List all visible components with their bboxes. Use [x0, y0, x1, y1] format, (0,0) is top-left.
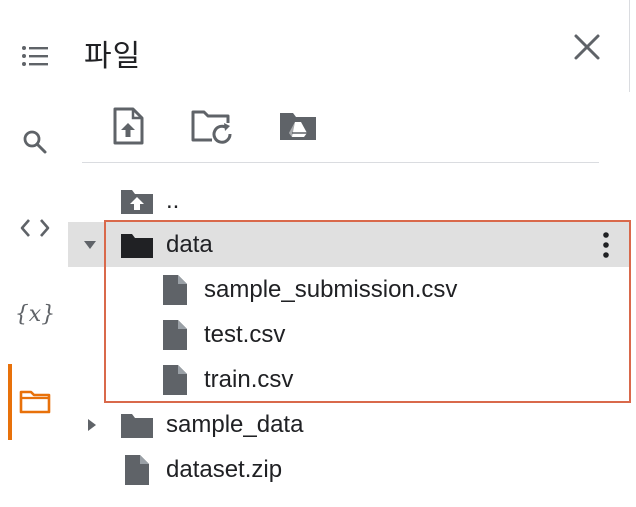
tree-row-label: sample_data — [166, 411, 304, 438]
file-icon — [162, 312, 188, 357]
close-icon — [574, 34, 600, 60]
tree-row-label: test.csv — [204, 321, 286, 348]
mount-drive-button[interactable] — [276, 104, 320, 148]
tree-row-label: train.csv — [204, 366, 294, 393]
file-icon — [162, 357, 188, 402]
folder-icon — [120, 222, 154, 267]
tree-row-file[interactable]: test.csv — [68, 312, 630, 357]
tree-row-file[interactable]: dataset.zip — [68, 447, 630, 492]
upload-file-button[interactable] — [106, 104, 150, 148]
panel-border — [629, 0, 630, 92]
refresh-folder-button[interactable] — [190, 104, 234, 148]
tree-row-label: sample_submission.csv — [204, 276, 458, 303]
tree-row-folder-sample-data[interactable]: sample_data — [68, 402, 630, 447]
variables-icon[interactable]: {x} — [14, 293, 56, 335]
active-indicator — [8, 364, 12, 440]
toolbar-divider — [82, 162, 599, 163]
tree-row-file[interactable]: sample_submission.csv — [68, 267, 630, 312]
caret-right-icon[interactable] — [82, 402, 102, 447]
file-icon — [162, 267, 188, 312]
tree-row-folder-data[interactable]: data — [68, 222, 630, 267]
tree-row-file[interactable]: train.csv — [68, 357, 630, 402]
close-button[interactable] — [566, 26, 608, 68]
code-snippets-icon[interactable] — [14, 207, 56, 249]
tree-row-label: dataset.zip — [166, 456, 283, 483]
caret-down-icon[interactable] — [80, 222, 100, 267]
variables-icon-text: {x} — [14, 301, 56, 327]
folder-icon — [120, 402, 154, 447]
search-icon[interactable] — [14, 121, 56, 163]
refresh-folder-icon — [191, 110, 232, 144]
panel-title: 파일 — [84, 39, 142, 74]
folder-up-icon — [120, 178, 154, 223]
mount-drive-icon — [280, 113, 316, 140]
files-icon[interactable] — [14, 380, 56, 422]
table-of-contents-icon[interactable] — [14, 35, 56, 77]
tree-row-label: data — [166, 231, 213, 258]
more-options-icon[interactable] — [594, 222, 618, 267]
tree-row-parent[interactable]: .. — [68, 178, 630, 223]
file-icon — [124, 447, 150, 492]
upload-file-icon — [113, 107, 144, 145]
tree-row-label: .. — [166, 187, 180, 214]
left-rail: {x} — [0, 0, 70, 507]
